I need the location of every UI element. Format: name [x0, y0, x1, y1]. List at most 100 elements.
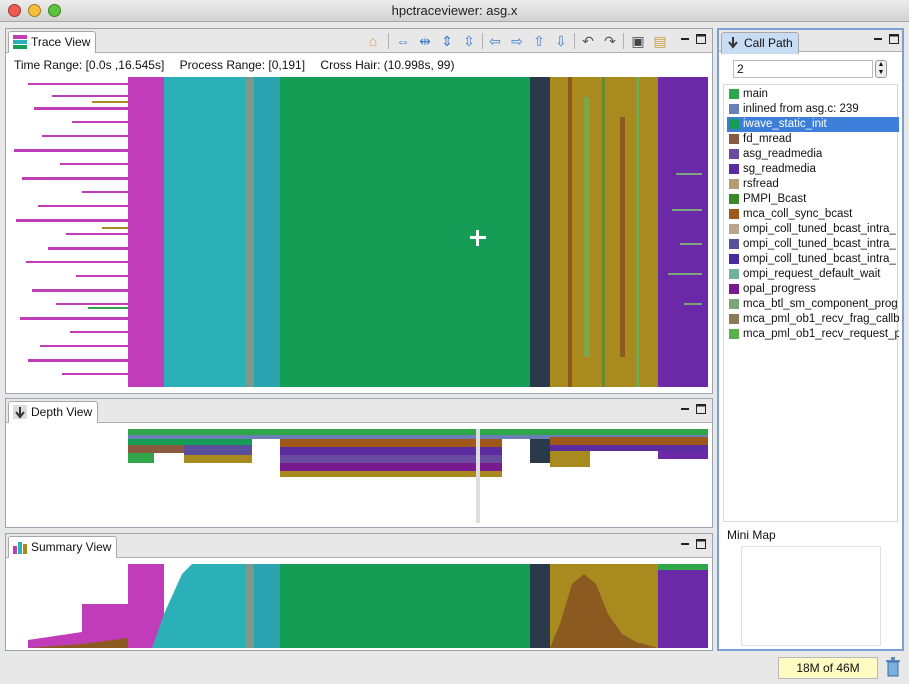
trace-teal2-band	[254, 77, 280, 387]
summary-canvas[interactable]	[12, 564, 708, 648]
call-path-item[interactable]: sg_readmedia	[727, 162, 899, 177]
call-path-item-label: ompi_coll_tuned_bcast_intra_	[743, 253, 896, 265]
scroll-right-icon[interactable]: ⇨	[508, 32, 526, 50]
home-icon[interactable]: ⌂	[364, 32, 382, 50]
status-bar: 18M of 46M	[0, 654, 909, 684]
color-swatch	[729, 179, 739, 189]
tab-summary-view-label: Summary View	[31, 540, 112, 554]
color-swatch	[729, 269, 739, 279]
toolbar-separator	[574, 33, 575, 49]
minimize-view-icon[interactable]	[680, 34, 690, 44]
call-path-item-label: mca_coll_sync_bcast	[743, 208, 853, 220]
tab-depth-view[interactable]: Depth View	[8, 401, 99, 423]
mini-map[interactable]	[741, 546, 881, 646]
maximize-view-icon[interactable]	[696, 404, 706, 414]
call-path-item[interactable]: iwave_static_init	[727, 117, 899, 132]
trace-green-band	[280, 77, 530, 387]
call-path-item-label: ompi_request_default_wait	[743, 268, 881, 280]
call-path-item[interactable]: opal_progress	[727, 282, 899, 297]
time-range-text: Time Range: [0.0s ,16.545s]	[14, 58, 165, 72]
minimize-view-icon[interactable]	[873, 34, 883, 44]
depth-view-tabrow: Depth View	[6, 399, 712, 423]
trace-view-icon	[13, 35, 27, 49]
save-icon[interactable]: ▣	[629, 32, 647, 50]
color-swatch	[729, 239, 739, 249]
call-path-item[interactable]: inlined from asg.c: 239	[727, 102, 899, 117]
app-window: hpctraceviewer: asg.x Trace View ⌂ ⇔ ⇹ ⇕…	[0, 0, 909, 684]
depth-canvas[interactable]	[12, 429, 708, 523]
call-path-item[interactable]: ompi_request_default_wait	[727, 267, 899, 282]
call-path-item[interactable]: ompi_coll_tuned_bcast_intra_	[727, 222, 899, 237]
call-path-panel: Call Path 2 ▲ ▼ main inlined from asg.c: 2…	[717, 28, 904, 651]
call-path-tabrow: Call Path	[719, 30, 902, 54]
call-path-item[interactable]: asg_readmedia	[727, 147, 899, 162]
call-path-item-label: mca_pml_ob1_recv_request_p	[743, 328, 899, 340]
call-path-item[interactable]: PMPI_Bcast	[727, 192, 899, 207]
window-title: hpctraceviewer: asg.x	[391, 3, 518, 18]
trace-canvas[interactable]	[12, 77, 708, 387]
call-path-item[interactable]: mca_pml_ob1_recv_frag_callb	[727, 312, 899, 327]
tab-call-path[interactable]: Call Path	[721, 32, 799, 54]
toolbar-separator	[388, 33, 389, 49]
trace-magenta-band	[128, 77, 164, 387]
call-path-item[interactable]: mca_coll_sync_bcast	[727, 207, 899, 222]
call-path-item-label: fd_mread	[743, 133, 792, 145]
call-path-item-label: main	[743, 88, 768, 100]
zoom-in-time-icon[interactable]: ⇔	[394, 32, 412, 50]
color-swatch	[729, 149, 739, 159]
zoom-out-time-icon[interactable]: ⇹	[416, 32, 434, 50]
trash-icon[interactable]	[885, 657, 901, 677]
color-swatch	[729, 164, 739, 174]
color-swatch	[729, 209, 739, 219]
call-path-item-label: PMPI_Bcast	[743, 193, 807, 205]
call-path-icon	[728, 37, 738, 49]
call-path-list: main inlined from asg.c: 239 iwave_static_…	[723, 84, 899, 522]
mini-map-label: Mini Map	[727, 528, 776, 542]
scroll-left-icon[interactable]: ⇦	[486, 32, 504, 50]
maximize-view-icon[interactable]	[696, 539, 706, 549]
call-path-item[interactable]: main	[727, 87, 899, 102]
tab-trace-view[interactable]: Trace View	[8, 31, 97, 53]
undo-icon[interactable]: ↶	[579, 32, 597, 50]
minimize-view-icon[interactable]	[680, 404, 690, 414]
trace-purple-band	[658, 77, 708, 387]
zoom-out-process-icon[interactable]: ⇳	[460, 32, 478, 50]
call-path-item[interactable]: ompi_coll_tuned_bcast_intra_	[727, 252, 899, 267]
redo-icon[interactable]: ↷	[601, 32, 619, 50]
open-folder-icon[interactable]: ▤	[651, 32, 669, 50]
call-path-item[interactable]: mca_btl_sm_component_prog	[727, 297, 899, 312]
color-swatch	[729, 104, 739, 114]
close-window-button[interactable]	[8, 4, 21, 17]
call-path-item-label: rsfread	[743, 178, 779, 190]
call-path-item-label: ompi_coll_tuned_bcast_intra_	[743, 223, 896, 235]
scroll-down-icon[interactable]: ⇩	[552, 32, 570, 50]
minimize-view-icon[interactable]	[680, 539, 690, 549]
call-path-item-label: inlined from asg.c: 239	[743, 103, 859, 115]
call-path-item-label: opal_progress	[743, 283, 816, 295]
title-bar: hpctraceviewer: asg.x	[0, 0, 909, 22]
call-path-item[interactable]: ompi_coll_tuned_bcast_intra_	[727, 237, 899, 252]
zoom-window-button[interactable]	[48, 4, 61, 17]
tab-summary-view[interactable]: Summary View	[8, 536, 118, 558]
minimize-window-button[interactable]	[28, 4, 41, 17]
depth-spinner-arrows[interactable]: ▲ ▼	[875, 60, 887, 78]
depth-spinner-input[interactable]: 2	[733, 60, 873, 78]
depth-view-icon	[13, 405, 27, 419]
scroll-up-icon[interactable]: ⇧	[530, 32, 548, 50]
summary-view-panel: Summary View	[5, 533, 713, 651]
cross-hair-text: Cross Hair: (10.998s, 99)	[320, 58, 455, 72]
trace-navy-band	[530, 77, 550, 387]
color-swatch	[729, 134, 739, 144]
call-path-item[interactable]: rsfread	[727, 177, 899, 192]
summary-view-icon	[13, 542, 27, 554]
color-swatch	[729, 119, 739, 129]
maximize-view-icon[interactable]	[889, 34, 899, 44]
call-path-item-label: mca_pml_ob1_recv_frag_callb	[743, 313, 899, 325]
call-path-item[interactable]: mca_pml_ob1_recv_request_p	[727, 327, 899, 342]
trace-info-bar: Time Range: [0.0s ,16.545s] Process Rang…	[14, 58, 466, 72]
tab-trace-view-label: Trace View	[31, 35, 91, 49]
zoom-in-process-icon[interactable]: ⇕	[438, 32, 456, 50]
maximize-view-icon[interactable]	[696, 34, 706, 44]
call-path-item[interactable]: fd_mread	[727, 132, 899, 147]
trace-view-panel: Trace View ⌂ ⇔ ⇹ ⇕ ⇳ ⇦ ⇨ ⇧ ⇩ ↶ ↷ ▣ ▤ Tim…	[5, 28, 713, 394]
